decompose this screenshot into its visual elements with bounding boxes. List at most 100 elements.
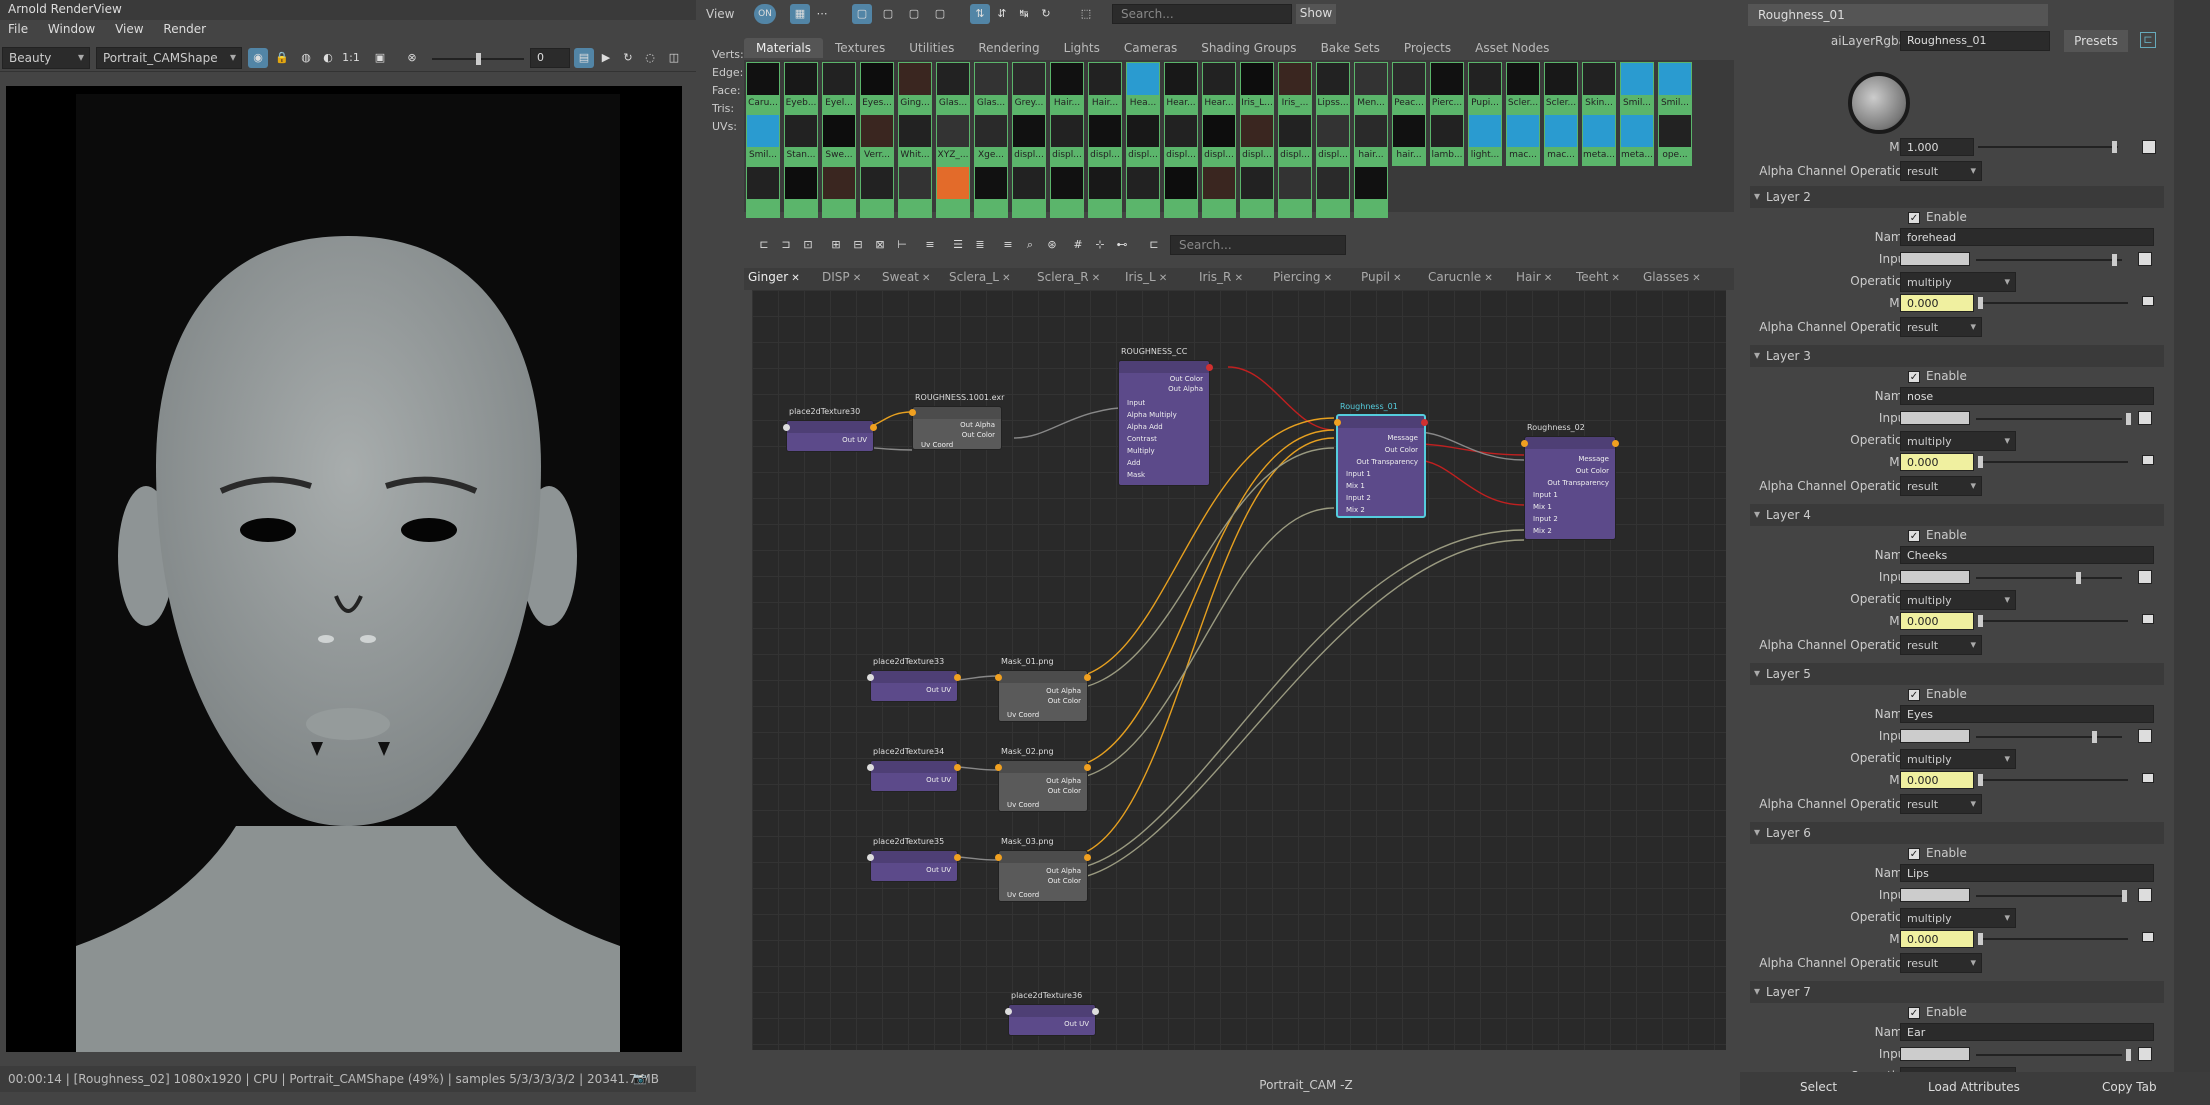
material-swatch[interactable]: Swe... [822, 114, 856, 166]
alpha-op-dropdown[interactable]: result [1900, 635, 1982, 655]
ne-tab-hair[interactable]: Hair ✕ [1516, 270, 1552, 284]
ne-icon-5[interactable]: ⊟ [848, 235, 868, 255]
material-swatch[interactable]: Peac... [1392, 62, 1426, 114]
material-swatch[interactable]: Glas... [974, 62, 1008, 114]
material-swatch[interactable]: hair... [1354, 114, 1388, 166]
ne-tab-ginger[interactable]: Ginger ✕ [748, 270, 800, 284]
material-swatch[interactable]: Skin... [1582, 62, 1616, 114]
material-swatch[interactable]: Caru... [746, 62, 780, 114]
operation-dropdown[interactable]: multiply [1900, 590, 2016, 610]
close-icon[interactable]: ✕ [850, 273, 861, 284]
map-icon[interactable] [2138, 729, 2152, 743]
material-swatch[interactable]: Ging... [898, 62, 932, 114]
crop-icon[interactable]: ▣ [370, 48, 390, 68]
material-swatch[interactable]: displ... [1316, 114, 1350, 166]
menu-file[interactable]: File [0, 20, 36, 38]
dots-icon[interactable]: ⋯ [812, 4, 832, 24]
material-swatch[interactable]: light... [1468, 114, 1502, 166]
ne-tab-sclera-r[interactable]: Sclera_R ✕ [1037, 270, 1100, 284]
material-swatch[interactable]: Verr... [860, 114, 894, 166]
material-swatch[interactable]: displ... [1088, 114, 1122, 166]
node-place2dtexture30[interactable]: place2dTexture30 Out UV [783, 407, 877, 452]
material-swatch[interactable]: Eyeb... [784, 62, 818, 114]
material-swatch[interactable] [974, 166, 1008, 218]
close-icon[interactable]: ✕ [1089, 273, 1100, 284]
ne-tab-pupil[interactable]: Pupil ✕ [1361, 270, 1401, 284]
material-swatch[interactable] [1278, 166, 1312, 218]
refresh-graph-icon[interactable]: ↻ [1036, 4, 1056, 24]
close-icon[interactable]: ✕ [1689, 273, 1700, 284]
tab-projects[interactable]: Projects [1392, 38, 1463, 58]
material-swatch[interactable]: Men... [1354, 62, 1388, 114]
map-icon[interactable] [2142, 773, 2154, 783]
material-swatch[interactable] [1202, 166, 1236, 218]
play-icon[interactable]: ▶ [596, 48, 616, 68]
copy-tab-button[interactable]: Copy Tab [2102, 1080, 2157, 1094]
ne-icon-7[interactable]: ⊢ [892, 235, 912, 255]
node-place2dtexture35[interactable]: place2dTexture35 Out UV [867, 837, 961, 882]
enable-checkbox[interactable]: ✓ [1908, 371, 1920, 383]
region-icon[interactable]: ◉ [248, 48, 268, 68]
map-icon[interactable] [2142, 455, 2154, 465]
material-swatch[interactable]: meta... [1582, 114, 1616, 166]
ne-tab-carucnle[interactable]: Carucnle ✕ [1428, 270, 1493, 284]
map-icon[interactable] [2138, 570, 2152, 584]
layer-header[interactable]: Layer 5 [1750, 663, 2164, 685]
node-roughness-exr[interactable]: ROUGHNESS.1001.exr Out Alpha Out Color U… [909, 393, 1004, 450]
refresh-icon[interactable]: ↻ [618, 48, 638, 68]
material-swatch[interactable]: Hair... [1050, 62, 1084, 114]
node-place2dtexture36[interactable]: place2dTexture36 Out UV [1005, 991, 1099, 1036]
material-swatch[interactable]: Pupi... [1468, 62, 1502, 114]
material-swatch[interactable] [1012, 166, 1046, 218]
input-color-swatch[interactable] [1900, 729, 1970, 743]
hypershade-search[interactable]: Search... [1112, 4, 1292, 24]
material-swatch[interactable] [784, 166, 818, 218]
material-swatch[interactable]: Lipss... [1316, 62, 1350, 114]
sidebar-icon[interactable]: ◫ [664, 48, 684, 68]
ne-search-icon[interactable]: ⌕ [1020, 235, 1040, 255]
layer-mix-field[interactable]: 0.000 [1900, 294, 1974, 312]
layout-icon-4[interactable]: ▢ [930, 4, 950, 24]
layer-header[interactable]: Layer 6 [1750, 822, 2164, 844]
alpha-op-dropdown[interactable]: result [1900, 317, 1982, 337]
alpha-op-dropdown[interactable]: result [1900, 953, 1982, 973]
layer-mix-slider[interactable] [1978, 456, 2128, 468]
material-swatch[interactable]: displ... [1202, 114, 1236, 166]
layer-mix-slider[interactable] [1978, 615, 2128, 627]
layer-mix-slider[interactable] [1978, 933, 2128, 945]
map-icon[interactable] [2138, 888, 2152, 902]
exposure-slider[interactable] [432, 53, 524, 65]
close-icon[interactable]: ✕ [999, 273, 1010, 284]
material-swatch[interactable]: meta... [1620, 114, 1654, 166]
tab-utilities[interactable]: Utilities [897, 38, 966, 58]
material-swatch[interactable]: Hair... [1088, 62, 1122, 114]
ne-icon-13[interactable]: ⊷ [1112, 235, 1132, 255]
close-icon[interactable]: ✕ [1481, 273, 1492, 284]
rgb-icon[interactable]: ◍ [296, 48, 316, 68]
material-swatch[interactable]: Smil... [1658, 62, 1692, 114]
sort-icon[interactable]: ⇅ [970, 4, 990, 24]
node-mask-01[interactable]: Mask_01.png Out Alpha Out Color Uv Coord [995, 657, 1091, 722]
material-swatch[interactable]: displ... [1050, 114, 1084, 166]
tab-lights[interactable]: Lights [1052, 38, 1112, 58]
tab-shading-groups[interactable]: Shading Groups [1189, 38, 1308, 58]
ne-icon-3[interactable]: ⊡ [798, 235, 818, 255]
ne-icon-9[interactable]: ☰ [948, 235, 968, 255]
operation-dropdown[interactable]: multiply [1900, 272, 2016, 292]
operation-dropdown[interactable]: multiply [1900, 749, 2016, 769]
map-icon[interactable] [2138, 411, 2152, 425]
node-roughness-02[interactable]: Roughness_02 Message Out Color Out Trans… [1521, 423, 1619, 540]
map-icon[interactable] [2142, 614, 2154, 624]
material-swatch[interactable]: Stan... [784, 114, 818, 166]
enable-checkbox[interactable]: ✓ [1908, 1007, 1920, 1019]
material-swatch[interactable] [1354, 166, 1388, 218]
frame-icon[interactable]: ⬚ [1076, 4, 1096, 24]
ne-tab-piercing[interactable]: Piercing ✕ [1273, 270, 1332, 284]
material-swatch[interactable]: Scler... [1506, 62, 1540, 114]
material-swatch[interactable] [1126, 166, 1160, 218]
tab-bake-sets[interactable]: Bake Sets [1309, 38, 1392, 58]
node-place2dtexture34[interactable]: place2dTexture34 Out UV [867, 747, 961, 792]
layer-mix-field[interactable]: 0.000 [1900, 930, 1974, 948]
ne-icon-8[interactable]: ≡ [920, 235, 940, 255]
material-swatch[interactable]: displ... [1164, 114, 1198, 166]
